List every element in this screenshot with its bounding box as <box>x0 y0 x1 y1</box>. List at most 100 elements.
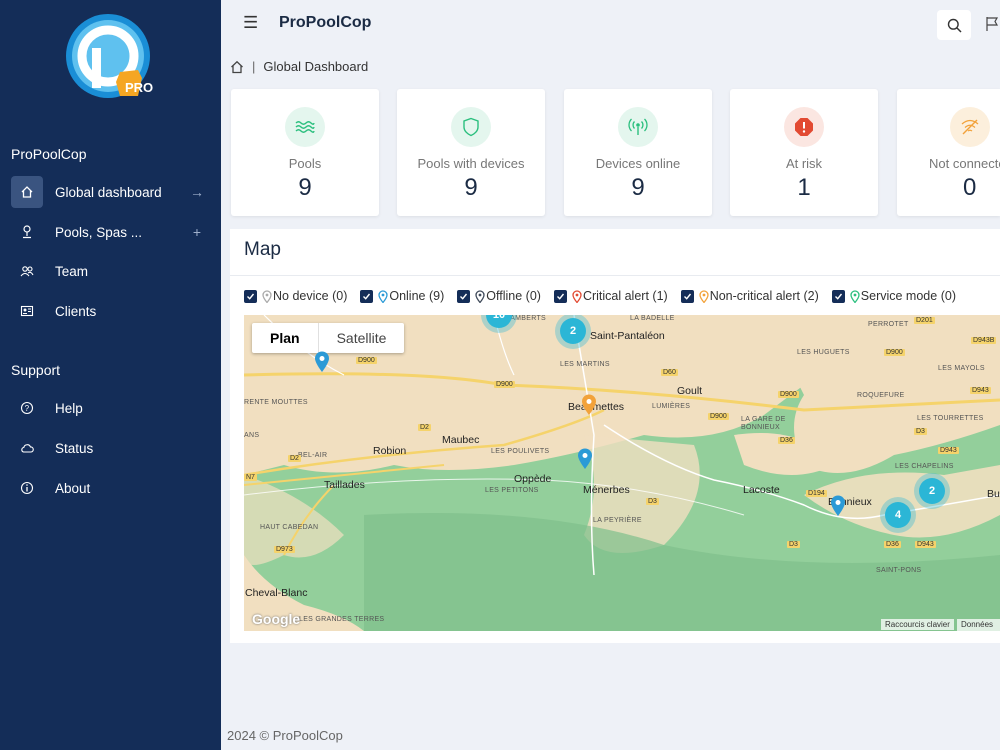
checkbox-checked-icon[interactable] <box>831 289 845 303</box>
checkbox-checked-icon[interactable] <box>360 289 374 303</box>
stat-card-pools[interactable]: Pools 9 <box>231 89 379 216</box>
road-label: D943B <box>971 337 997 344</box>
filter-offline[interactable]: Offline (0) <box>457 289 541 303</box>
filter-count: (9) <box>428 289 445 303</box>
help-icon: ? <box>11 392 43 424</box>
clients-icon <box>11 295 43 327</box>
map-satellite-button[interactable]: Satellite <box>317 323 405 353</box>
map-place-label: LES HUGUETS <box>797 349 850 356</box>
stat-card-pools-with-devices[interactable]: Pools with devices 9 <box>397 89 545 216</box>
arrow-right-icon: → <box>190 184 204 200</box>
map-place-label: LES POULIVETS <box>491 448 550 455</box>
menu-icon[interactable]: ☰ <box>243 13 258 33</box>
map-place-label: LES CHAPELINS <box>895 463 954 470</box>
pool-icon <box>11 216 43 248</box>
filter-label: No device <box>273 289 329 303</box>
road-label: D900 <box>884 349 905 356</box>
map-place-label: Lacoste <box>743 484 780 496</box>
map-cluster-marker[interactable]: 2 <box>919 478 945 504</box>
filter-online[interactable]: Online (9) <box>360 289 444 303</box>
map-place-label: LA GARE DE <box>741 416 786 423</box>
road-label: D36 <box>884 541 901 548</box>
checkbox-checked-icon[interactable] <box>457 289 471 303</box>
map-place-label: Saint-Pantaléon <box>590 330 665 342</box>
search-button[interactable] <box>937 10 971 40</box>
road-label: D943 <box>938 447 959 454</box>
filter-count: (0) <box>525 289 541 303</box>
map-place-label: Goult <box>677 385 703 397</box>
stat-card-not-connected[interactable]: Not connected 0 <box>897 89 1000 216</box>
map-pin-icon <box>850 289 860 303</box>
road-label: D900 <box>708 413 729 420</box>
map-place-label: BONNIEUX <box>741 424 780 431</box>
map-marker-online[interactable] <box>577 448 593 470</box>
support-section-title: Support <box>11 362 61 378</box>
home-icon[interactable] <box>230 60 244 74</box>
checkbox-checked-icon[interactable] <box>244 289 257 303</box>
breadcrumb: | Global Dashboard <box>230 59 368 74</box>
stat-title: Pools <box>288 156 322 171</box>
plus-icon[interactable]: + <box>187 224 207 240</box>
cloud-icon <box>11 432 43 464</box>
alert-octagon-icon <box>784 107 824 147</box>
footer-link[interactable]: ProPoolCop <box>273 728 343 743</box>
map-title: Map <box>244 239 281 260</box>
sidebar-item-global-dashboard[interactable]: Global dashboard → <box>11 176 207 208</box>
road-label: D900 <box>778 391 799 398</box>
breadcrumb-current: Global Dashboard <box>263 59 369 74</box>
stat-value: 1 <box>797 174 811 201</box>
map-pin-icon <box>572 289 582 303</box>
map-keyboard-shortcuts-link[interactable]: Raccourcis clavier <box>881 619 954 630</box>
map-marker-non-critical-alert[interactable] <box>581 394 597 416</box>
sidebar-item-status[interactable]: Status <box>11 432 207 464</box>
map-marker-online[interactable] <box>830 495 846 517</box>
map-view[interactable]: Plan Satellite LAMBERTS LA BADELLE PERRO… <box>244 315 1000 631</box>
map-panel: Map No device (0) Online (9) Offline (0)… <box>230 229 1000 643</box>
map-cluster-marker[interactable]: 2 <box>560 318 586 344</box>
map-place-label: LES PETITONS <box>485 487 539 494</box>
map-pin-icon <box>262 289 272 303</box>
map-place-label: BEL-AIR <box>298 452 328 459</box>
map-place-label: PERROTET <box>868 321 909 328</box>
stat-card-at-risk[interactable]: At risk 1 <box>730 89 878 216</box>
filter-critical-alert[interactable]: Critical alert (1) <box>553 289 668 303</box>
stat-value: 9 <box>464 174 478 201</box>
map-place-label: LES TOURRETTES <box>917 415 984 422</box>
map-data-attribution[interactable]: Données ca <box>957 619 1000 631</box>
road-label: D194 <box>806 490 827 497</box>
sidebar-item-pools[interactable]: Pools, Spas ... + <box>11 216 207 248</box>
map-place-label: ROQUEFURE <box>857 392 905 399</box>
stat-card-devices-online[interactable]: Devices online 9 <box>564 89 712 216</box>
filter-non-critical-alert[interactable]: Non-critical alert (2) <box>680 289 819 303</box>
flag-icon[interactable] <box>985 16 999 37</box>
filter-label: Offline <box>486 289 523 303</box>
filter-service-mode[interactable]: Service mode (0) <box>831 289 956 303</box>
map-pin-icon <box>475 289 485 303</box>
sidebar-item-help[interactable]: ? Help <box>11 392 207 424</box>
map-marker-online[interactable] <box>314 351 330 373</box>
sidebar-item-label: Status <box>55 440 94 456</box>
shield-icon <box>451 107 491 147</box>
road-label: D3 <box>787 541 800 548</box>
map-place-label: ANS <box>244 432 260 439</box>
checkbox-checked-icon[interactable] <box>680 289 694 303</box>
filter-label: Critical alert <box>582 289 649 303</box>
filter-no-device[interactable]: No device (0) <box>244 289 347 303</box>
sidebar-item-label: About <box>55 480 91 496</box>
sidebar-item-team[interactable]: Team <box>11 255 207 287</box>
checkbox-checked-icon[interactable] <box>553 289 567 303</box>
google-logo: Google <box>252 611 301 627</box>
map-plan-button[interactable]: Plan <box>252 323 318 353</box>
sidebar-item-clients[interactable]: Clients <box>11 295 207 327</box>
map-place-label: HAUT CABEDAN <box>260 524 319 531</box>
map-cluster-marker[interactable]: 4 <box>885 502 911 528</box>
road-label: D973 <box>274 546 295 553</box>
app-logo[interactable]: PRO <box>62 10 158 106</box>
breadcrumb-separator: | <box>252 59 256 74</box>
road-label: D900 <box>356 357 377 364</box>
road-label: D900 <box>494 381 515 388</box>
map-place-label: LES MAYOLS <box>938 365 985 372</box>
sidebar-item-about[interactable]: About <box>11 472 207 504</box>
filter-count: (0) <box>332 289 348 303</box>
road-label: D943 <box>915 541 936 548</box>
